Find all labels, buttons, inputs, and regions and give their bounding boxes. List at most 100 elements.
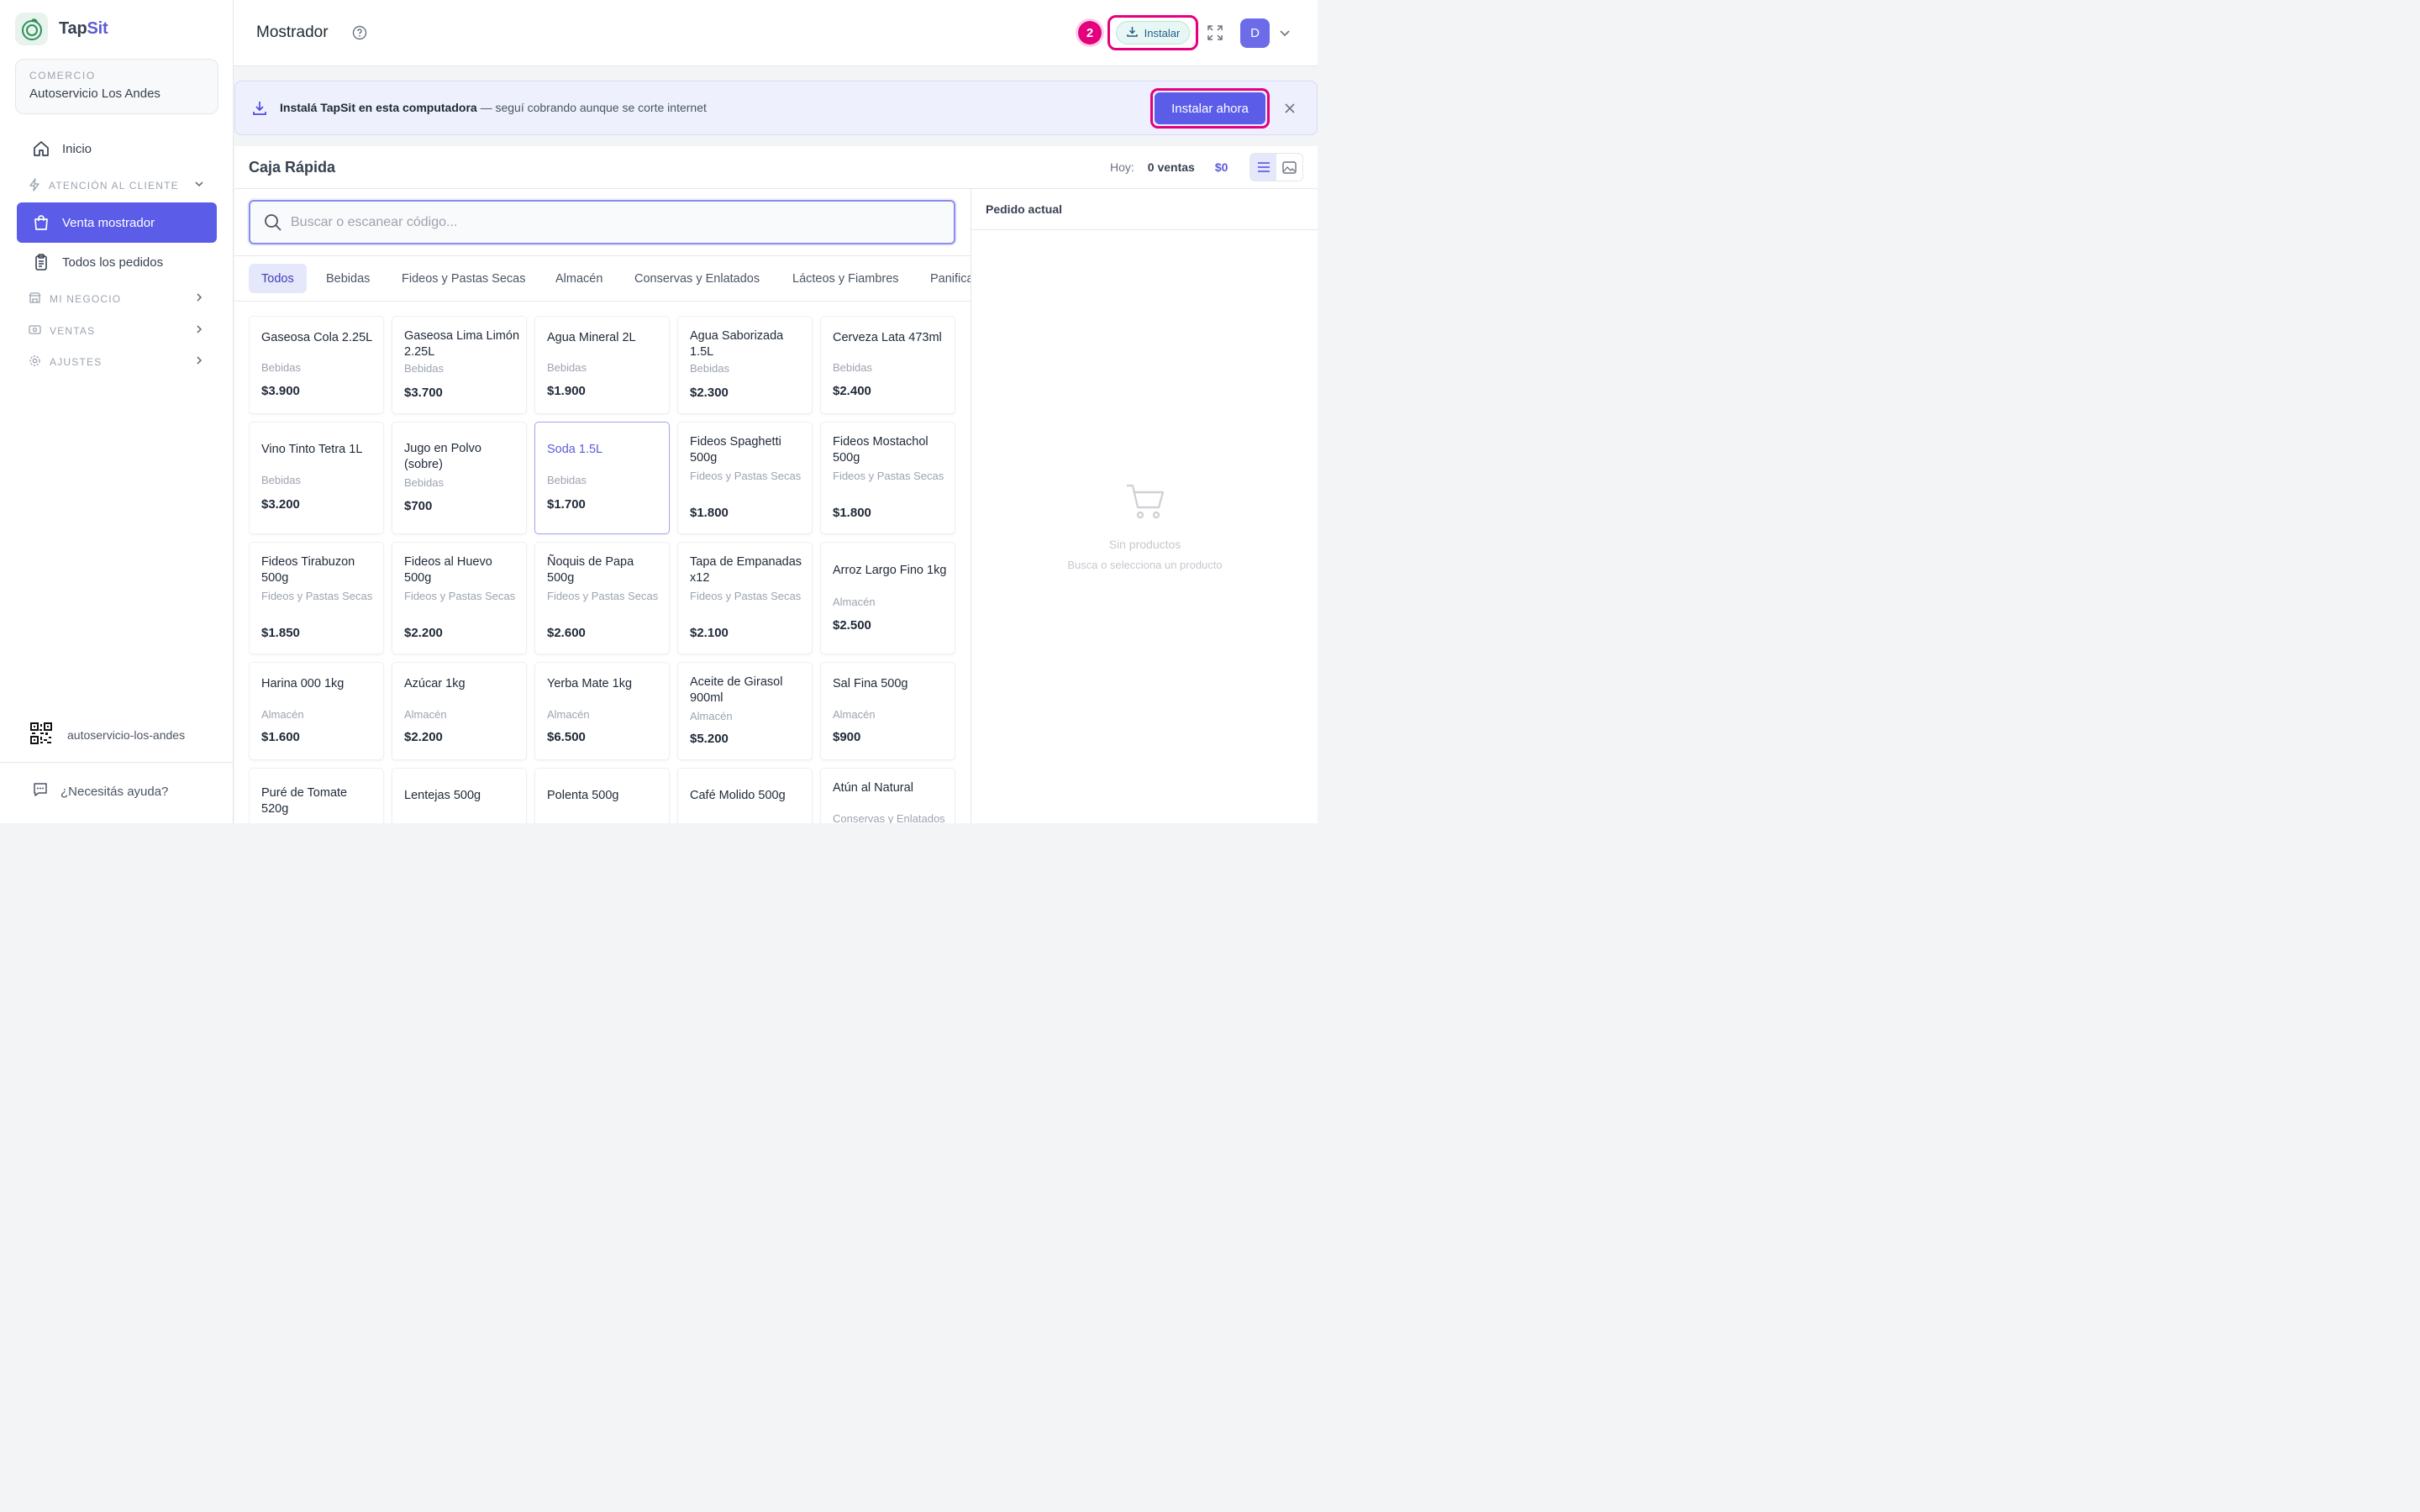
product-card[interactable]: Sal Fina 500g Almacén $900: [820, 662, 955, 760]
store-label: COMERCIO: [29, 70, 96, 81]
product-name: Agua Mineral 2L: [547, 331, 636, 344]
product-card[interactable]: Tapa de Empanadas x12 Fideos y Pastas Sec…: [677, 542, 813, 654]
product-category: Bebidas: [690, 362, 729, 375]
product-card[interactable]: Jugo en Polvo (sobre) Bebidas $700: [392, 422, 527, 534]
sidebar-section-label: MI NEGOCIO: [50, 293, 122, 305]
help-circle-icon[interactable]: [352, 25, 367, 45]
product-card[interactable]: Azúcar 1kg Almacén $2.200: [392, 662, 527, 760]
tab-category[interactable]: Lácteos y Fiambres: [780, 264, 912, 293]
step-badge: 2: [1078, 21, 1102, 45]
product-name: Sal Fina 500g: [833, 677, 908, 690]
product-price: $1.700: [547, 497, 586, 512]
tab-category[interactable]: Conservas y Enlatados: [622, 264, 772, 293]
product-card[interactable]: Aceite de Girasol 900ml Almacén $5.200: [677, 662, 813, 760]
category-tabs: Todos Bebidas Fideos y Pastas Secas Almacén…: [234, 256, 971, 302]
product-card[interactable]: Fideos Spaghetti 500g Fideos y Pastas Sec…: [677, 422, 813, 534]
product-card[interactable]: Lentejas 500gConservas y Enlatados: [392, 768, 527, 823]
tab-category[interactable]: Bebidas: [313, 264, 382, 293]
banner-message-rest: — seguí cobrando aunque se corte interne…: [476, 101, 707, 114]
sidebar-section-sales[interactable]: VENTAS: [17, 318, 217, 344]
product-name: Fideos Mostachol 500g: [833, 435, 929, 465]
install-now-button[interactable]: Instalar ahora: [1155, 92, 1265, 124]
list-view-button[interactable]: [1250, 154, 1276, 181]
brand-name: TapSit: [59, 19, 108, 38]
product-card[interactable]: Arroz Largo Fino 1kg Almacén $2.500: [820, 542, 955, 654]
sidebar-item-counter-sale[interactable]: Venta mostrador: [17, 202, 217, 243]
product-price: $2.400: [833, 384, 871, 398]
product-price: $1.600: [261, 730, 300, 744]
home-icon: [32, 139, 50, 158]
product-card[interactable]: Gaseosa Cola 2.25L Bebidas $3.900: [249, 316, 384, 414]
product-card[interactable]: Fideos al Huevo 500g Fideos y Pastas Seca…: [392, 542, 527, 654]
cart-icon: [1125, 483, 1165, 524]
product-card[interactable]: Fideos Mostachol 500g Fideos y Pastas Sec…: [820, 422, 955, 534]
product-card[interactable]: Agua Mineral 2L Bebidas $1.900: [534, 316, 670, 414]
tab-category[interactable]: Fideos y Pastas Secas: [389, 264, 539, 293]
product-price: $2.100: [690, 626, 729, 640]
product-card[interactable]: Café Molido 500gAlmacén: [677, 768, 813, 823]
search-row: [234, 189, 971, 256]
store-icon: [29, 291, 41, 307]
product-price: $2.600: [547, 626, 586, 640]
product-price: $1.900: [547, 384, 586, 398]
brand[interactable]: TapSit: [15, 13, 108, 45]
product-category: Fideos y Pastas Secas: [833, 470, 944, 482]
product-name: Soda 1.5L: [547, 443, 603, 456]
product-category: Fideos y Pastas Secas: [404, 590, 516, 602]
today-sales-count: 0 ventas: [1147, 160, 1195, 174]
store-card[interactable]: COMERCIO Autoservicio Los Andes: [15, 59, 218, 114]
product-name: Fideos Spaghetti 500g: [690, 435, 781, 465]
product-name: Fideos al Huevo 500g: [404, 555, 492, 585]
product-card[interactable]: Polenta 500gAlmacén: [534, 768, 670, 823]
sidebar-section-customer[interactable]: ATENCIÓN AL CLIENTE: [17, 173, 217, 198]
product-category: Bebidas: [261, 361, 301, 374]
banner-message: Instalá TapSit en esta computadora — seg…: [280, 101, 707, 114]
product-card[interactable]: Ñoquis de Papa 500g Fideos y Pastas Secas…: [534, 542, 670, 654]
product-card[interactable]: Soda 1.5L Bebidas $1.700: [534, 422, 670, 534]
banner-message-bold: Instalá TapSit en esta computadora: [280, 101, 477, 114]
product-card[interactable]: Vino Tinto Tetra 1L Bebidas $3.200: [249, 422, 384, 534]
search-icon: [264, 213, 282, 236]
product-card[interactable]: Yerba Mate 1kg Almacén $6.500: [534, 662, 670, 760]
current-order-panel: Pedido actual Sin productos Busca o sele…: [971, 189, 1318, 823]
image-view-button[interactable]: [1276, 154, 1302, 181]
install-button[interactable]: Instalar: [1115, 21, 1191, 45]
product-card[interactable]: Agua Saborizada 1.5L Bebidas $2.300: [677, 316, 813, 414]
product-card[interactable]: Gaseosa Lima Limón 2.25L Bebidas $3.700: [392, 316, 527, 414]
product-category: Bebidas: [261, 474, 301, 486]
help-link[interactable]: ¿Necesitás ayuda?: [32, 781, 168, 801]
product-name: Ñoquis de Papa 500g: [547, 555, 634, 585]
sidebar-section-settings[interactable]: AJUSTES: [17, 349, 217, 375]
store-slug-link[interactable]: autoservicio-los-andes: [30, 722, 185, 747]
avatar[interactable]: D: [1240, 18, 1270, 48]
empty-order-title: Sin productos: [1108, 538, 1181, 551]
store-slug: autoservicio-los-andes: [67, 727, 186, 742]
tab-category[interactable]: Almacén: [543, 264, 615, 293]
product-card[interactable]: Atún al Natural Conservas y Enlatados: [820, 768, 955, 823]
install-label: Instalar: [1144, 26, 1181, 39]
product-price: $1.800: [833, 506, 871, 520]
today-sales-amount: $0: [1214, 160, 1228, 174]
product-category: Almacén: [690, 710, 733, 722]
sidebar-item-home[interactable]: Inicio: [17, 129, 217, 169]
tab-category[interactable]: Todos: [249, 264, 307, 293]
chevron-down-icon[interactable]: [1278, 26, 1292, 44]
product-price: $2.500: [833, 618, 871, 633]
today-summary: Hoy: 0 ventas $0: [1110, 160, 1228, 174]
sidebar-item-all-orders[interactable]: Todos los pedidos: [17, 242, 217, 282]
fullscreen-icon[interactable]: [1207, 24, 1223, 45]
search-input[interactable]: [291, 202, 946, 243]
product-card[interactable]: Harina 000 1kg Almacén $1.600: [249, 662, 384, 760]
product-name: Fideos Tirabuzon 500g: [261, 555, 355, 585]
product-card[interactable]: Cerveza Lata 473ml Bebidas $2.400: [820, 316, 955, 414]
product-card[interactable]: Fideos Tirabuzon 500g Fideos y Pastas Sec…: [249, 542, 384, 654]
order-title: Pedido actual: [986, 202, 1063, 216]
product-card[interactable]: Puré de Tomate 520gConservas y Enlatados: [249, 768, 384, 823]
product-name: Puré de Tomate 520g: [261, 786, 348, 816]
sidebar-section-label: ATENCIÓN AL CLIENTE: [49, 180, 179, 192]
sidebar-section-business[interactable]: MI NEGOCIO: [17, 286, 217, 312]
product-name: Gaseosa Lima Limón 2.25L: [404, 329, 520, 359]
tab-category[interactable]: Panificados: [918, 264, 971, 293]
page-title: Mostrador: [256, 24, 329, 41]
close-icon[interactable]: [1283, 102, 1297, 119]
